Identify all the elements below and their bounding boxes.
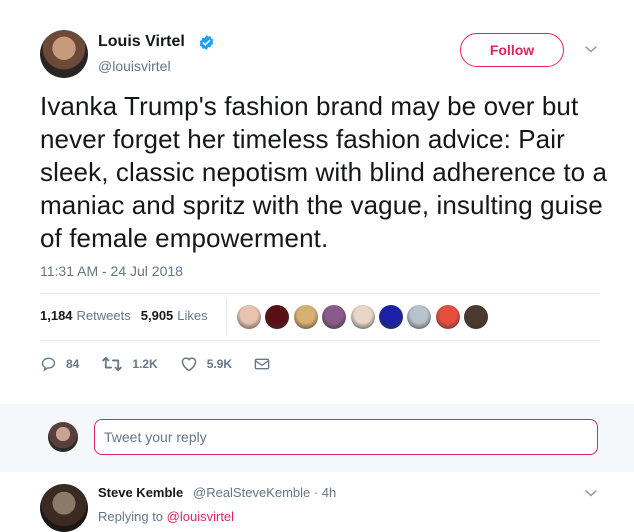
liker-avatar[interactable] — [435, 305, 460, 329]
liker-avatar[interactable] — [407, 305, 432, 329]
author-avatar[interactable] — [40, 30, 88, 78]
replying-to: Replying to @louisvirtel — [98, 509, 234, 524]
liker-avatar[interactable] — [293, 305, 318, 329]
chevron-down-icon[interactable] — [584, 488, 598, 498]
reply-icon — [41, 357, 56, 372]
retweet-label: Retweets — [76, 308, 131, 323]
envelope-icon — [254, 358, 270, 370]
reply-author-avatar[interactable] — [40, 484, 88, 532]
retweet-count: 1,184 — [40, 308, 73, 323]
like-button[interactable]: 5.9K — [180, 356, 232, 372]
retweet-icon — [102, 356, 123, 372]
reply-author-handle[interactable]: @RealSteveKemble · 4h — [193, 485, 336, 500]
current-user-avatar — [48, 422, 78, 452]
divider — [40, 293, 600, 294]
liker-avatar[interactable] — [350, 305, 375, 329]
like-label: Likes — [177, 308, 208, 323]
reply-count: 84 — [66, 357, 80, 371]
liker-avatar[interactable] — [378, 305, 403, 329]
liker-avatar[interactable] — [265, 305, 290, 329]
liker-avatar[interactable] — [237, 305, 261, 329]
chevron-down-icon[interactable] — [584, 44, 598, 54]
tweet-stats: 1,184 Retweets 5,905 Likes — [40, 308, 218, 323]
tweet-timestamp[interactable]: 11:31 AM - 24 Jul 2018 — [40, 263, 183, 279]
message-button[interactable] — [254, 357, 279, 371]
liker-avatar[interactable] — [464, 305, 489, 329]
tweet-actions: 84 1.2K 5.9K — [40, 356, 301, 372]
like-count: 5,905 — [140, 308, 174, 323]
heart-icon — [181, 357, 196, 372]
stats-separator — [226, 300, 227, 334]
verified-badge-icon — [199, 35, 214, 50]
author-name[interactable]: Louis Virtel — [98, 33, 185, 51]
reply-button[interactable]: 84 — [40, 356, 79, 372]
retweet-action-count: 1.2K — [132, 357, 158, 371]
retweet-button[interactable]: 1.2K — [101, 356, 158, 372]
replying-handle-link[interactable]: @louisvirtel — [167, 509, 234, 524]
like-action-count: 5.9K — [206, 357, 233, 371]
retweet-stat[interactable]: 1,184 Retweets — [40, 308, 131, 323]
author-handle[interactable]: @louisvirtel — [98, 58, 171, 74]
liker-avatar[interactable] — [322, 305, 347, 329]
follow-button[interactable]: Follow — [460, 33, 564, 67]
replying-prefix: Replying to — [98, 509, 164, 524]
divider — [40, 340, 600, 341]
reply-author-name[interactable]: Steve Kemble — [98, 485, 183, 500]
liker-avatars — [237, 305, 493, 329]
reply-input[interactable]: Tweet your reply — [94, 419, 598, 455]
tweet-text: Ivanka Trump's fashion brand may be over… — [40, 91, 608, 253]
like-stat[interactable]: 5,905 Likes — [141, 308, 208, 323]
